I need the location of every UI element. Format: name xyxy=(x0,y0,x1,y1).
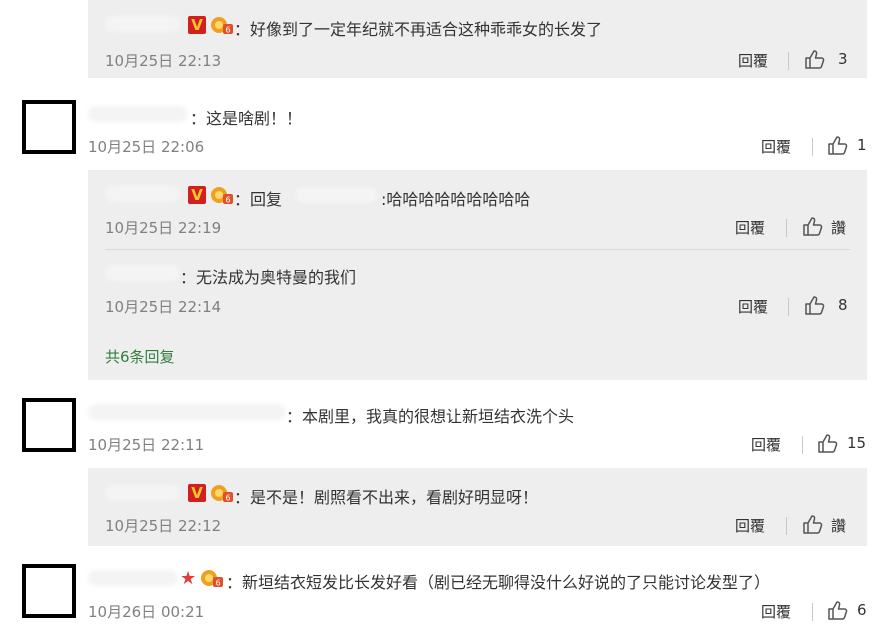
like-count: 1 xyxy=(857,136,867,154)
divider xyxy=(802,436,803,454)
comment-text: ：这是啥剧！！ xyxy=(190,109,303,128)
masked-username xyxy=(88,404,286,420)
svg-text:6: 6 xyxy=(225,494,230,503)
masked-username xyxy=(88,570,178,586)
verified-v-icon: V xyxy=(188,484,206,502)
divider xyxy=(812,138,813,156)
reply-prefix: ：回复 xyxy=(234,190,283,209)
masked-username xyxy=(295,187,377,203)
star-badge-icon: ★ xyxy=(180,568,197,589)
reply-button[interactable]: 回覆 xyxy=(761,601,791,622)
like-icon[interactable] xyxy=(801,513,823,535)
level-badge-icon: 6 xyxy=(211,485,233,503)
level-badge-icon: 6 xyxy=(201,570,223,588)
divider xyxy=(788,52,789,70)
timestamp: 10月25日 22:14 xyxy=(105,298,222,316)
timestamp: 10月25日 22:19 xyxy=(105,219,222,237)
timestamp: 10月25日 22:12 xyxy=(105,517,222,535)
comment-text: ：本剧里，我真的很想让新垣结衣洗个头 xyxy=(286,407,575,426)
divider xyxy=(786,219,787,237)
divider xyxy=(812,603,813,621)
like-count: 讚 xyxy=(831,517,847,535)
comment-text: ：好像到了一定年纪就不再适合这种乖乖女的长发了 xyxy=(234,20,603,39)
like-count: 6 xyxy=(857,601,867,619)
masked-username xyxy=(105,186,180,202)
verified-v-icon: V xyxy=(188,16,206,34)
divider xyxy=(788,298,789,316)
like-count: 讚 xyxy=(831,219,847,237)
divider xyxy=(786,517,787,535)
like-icon[interactable] xyxy=(826,134,848,156)
like-icon[interactable] xyxy=(803,48,825,70)
timestamp: 10月26日 00:21 xyxy=(88,603,205,621)
verified-v-icon: V xyxy=(188,186,206,204)
like-icon[interactable] xyxy=(801,215,823,237)
comment-text: :哈哈哈哈哈哈哈哈哈 xyxy=(381,190,531,209)
like-count: 15 xyxy=(847,434,867,452)
like-count: 8 xyxy=(838,296,848,314)
avatar[interactable] xyxy=(22,398,76,452)
avatar[interactable] xyxy=(22,100,76,154)
svg-text:6: 6 xyxy=(215,579,220,588)
masked-username xyxy=(105,485,180,501)
like-icon[interactable] xyxy=(803,294,825,316)
svg-text:6: 6 xyxy=(225,26,230,35)
masked-username xyxy=(105,16,180,32)
level-badge-icon: 6 xyxy=(211,187,233,205)
reply-divider xyxy=(105,249,850,250)
reply-button[interactable]: 回覆 xyxy=(738,50,768,71)
reply-button[interactable]: 回覆 xyxy=(735,515,765,536)
reply-button[interactable]: 回覆 xyxy=(761,136,791,157)
timestamp: 10月25日 22:11 xyxy=(88,436,205,454)
reply-button[interactable]: 回覆 xyxy=(738,296,768,317)
reply-button[interactable]: 回覆 xyxy=(751,434,781,455)
more-replies-link[interactable]: 共6条回复 xyxy=(105,346,175,367)
like-icon[interactable] xyxy=(816,432,838,454)
timestamp: 10月25日 22:13 xyxy=(105,52,222,70)
avatar[interactable] xyxy=(22,564,76,618)
masked-username xyxy=(88,106,188,122)
comment-text: ：新垣结衣短发比长发好看（剧已经无聊得没什么好说的了只能讨论发型了） xyxy=(226,573,771,592)
like-icon[interactable] xyxy=(826,599,848,621)
reply-button[interactable]: 回覆 xyxy=(735,217,765,238)
comment-text: ：是不是！剧照看不出来，看剧好明显呀！ xyxy=(234,488,539,507)
masked-username xyxy=(105,265,180,281)
svg-text:6: 6 xyxy=(225,196,230,205)
comment-text: ：无法成为奥特曼的我们 xyxy=(180,268,357,287)
timestamp: 10月25日 22:06 xyxy=(88,138,205,156)
like-count: 3 xyxy=(838,50,848,68)
level-badge-icon: 6 xyxy=(211,17,233,35)
